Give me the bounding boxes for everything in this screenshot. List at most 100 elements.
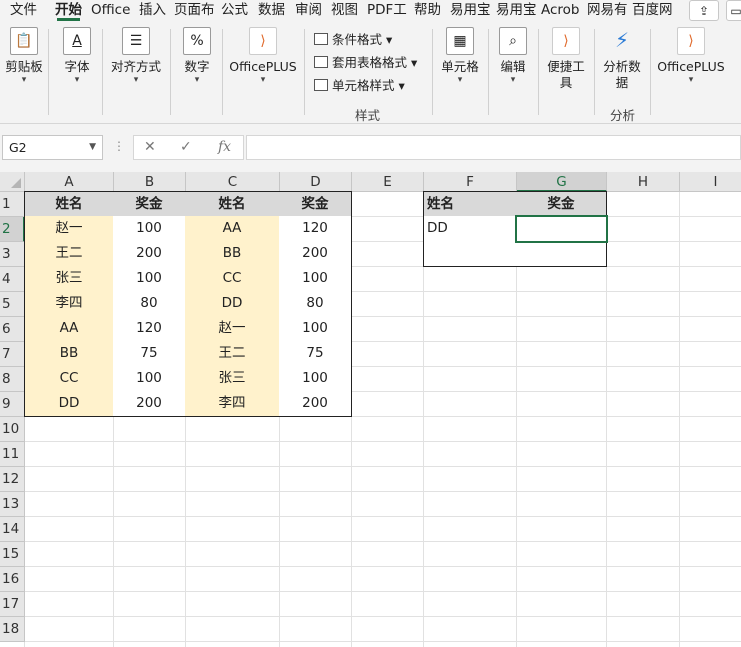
row-header-6[interactable]: 6 (0, 317, 25, 342)
row-header-14[interactable]: 14 (0, 517, 25, 542)
cells-group[interactable]: ▦ 单元格 ▾ (438, 27, 482, 85)
insert-function-button[interactable]: fx (218, 139, 231, 155)
cancel-icon[interactable]: ✕ (144, 139, 156, 155)
worksheet-grid[interactable]: A B C D E F G H I 1 2 3 4 5 6 7 8 9 10 11 12 13 14 15 16 17 18 姓名 奖金… (0, 172, 741, 647)
tab-insert[interactable]: 插入 (139, 0, 166, 21)
column-header-H[interactable]: H (607, 172, 680, 192)
alignment-group[interactable]: ☰ 对齐方式 ▾ (108, 27, 164, 85)
table-cell[interactable]: 100 (113, 366, 186, 392)
column-header-B[interactable]: B (114, 172, 186, 192)
tab-file[interactable]: 文件 (10, 0, 37, 21)
table-cell[interactable]: 100 (279, 266, 352, 292)
table-cell[interactable]: 80 (279, 291, 352, 317)
column-header-E[interactable]: E (352, 172, 424, 192)
table-cell[interactable]: 120 (113, 316, 186, 342)
table-cell[interactable]: 75 (279, 341, 352, 367)
table-format-button[interactable]: 套用表格格式 ▾ (314, 53, 417, 73)
tab-office[interactable]: Office (91, 0, 130, 21)
clipboard-group[interactable]: 📋 剪贴板 ▾ (4, 27, 44, 85)
table-cell[interactable]: 李四 (185, 391, 280, 417)
column-header-D[interactable]: D (280, 172, 352, 192)
table-cell[interactable]: 200 (113, 241, 186, 267)
tab-easyuse-2[interactable]: 易用宝 (496, 0, 536, 21)
table-cell[interactable]: 100 (113, 216, 186, 242)
row-header-17[interactable]: 17 (0, 592, 25, 617)
table-cell[interactable]: 120 (279, 216, 352, 242)
table-cell[interactable]: 王二 (24, 241, 114, 267)
editing-group[interactable]: ⌕ 编辑 ▾ (496, 27, 530, 85)
tools-group[interactable]: ⟩ 便捷工具 (546, 27, 586, 91)
table-cell[interactable]: 张三 (185, 366, 280, 392)
column-header-I[interactable]: I (680, 172, 741, 192)
table-header-cell[interactable]: 姓名 (185, 191, 280, 217)
table-cell[interactable]: 200 (279, 391, 352, 417)
column-header-G[interactable]: G (517, 172, 607, 192)
share-button[interactable]: ⇪ (689, 0, 719, 21)
tab-acrobat[interactable]: Acrob (541, 0, 581, 21)
analyze-group[interactable]: ⚡ 分析数据 (600, 27, 644, 91)
row-header-16[interactable]: 16 (0, 567, 25, 592)
tab-pdf[interactable]: PDF工 (367, 0, 408, 21)
table-cell[interactable]: AA (24, 316, 114, 342)
lookup-cell[interactable] (516, 241, 607, 267)
table-cell[interactable]: 张三 (24, 266, 114, 292)
lookup-cell[interactable] (423, 241, 517, 267)
tab-home[interactable]: 开始 (55, 0, 82, 21)
table-cell[interactable]: 100 (113, 266, 186, 292)
table-header-cell[interactable]: 奖金 (279, 191, 352, 217)
table-cell[interactable]: BB (24, 341, 114, 367)
row-header-8[interactable]: 8 (0, 367, 25, 392)
conditional-format-button[interactable]: 条件格式 ▾ (314, 30, 392, 50)
table-cell[interactable]: 100 (279, 366, 352, 392)
column-header-C[interactable]: C (186, 172, 280, 192)
table-cell[interactable]: DD (24, 391, 114, 417)
table-cell[interactable]: 75 (113, 341, 186, 367)
row-header-11[interactable]: 11 (0, 442, 25, 467)
table-header-cell[interactable]: 姓名 (24, 191, 114, 217)
table-cell[interactable]: CC (24, 366, 114, 392)
active-cell-selection[interactable] (515, 215, 608, 243)
table-cell[interactable]: 王二 (185, 341, 280, 367)
formula-input[interactable] (246, 135, 741, 160)
table-cell[interactable]: 100 (279, 316, 352, 342)
check-icon[interactable]: ✓ (180, 139, 192, 155)
tab-help[interactable]: 帮助 (414, 0, 441, 21)
tab-view[interactable]: 视图 (331, 0, 358, 21)
row-header-4[interactable]: 4 (0, 267, 25, 292)
row-header-3[interactable]: 3 (0, 242, 25, 267)
lookup-header-cell[interactable]: 姓名 (423, 191, 517, 217)
tab-page-layout[interactable]: 页面布 (174, 0, 214, 21)
officeplus-group-2[interactable]: ⟩ OfficePLUS ▾ (656, 27, 726, 85)
tab-formulas[interactable]: 公式 (221, 0, 248, 21)
row-header-13[interactable]: 13 (0, 492, 25, 517)
table-cell[interactable]: 李四 (24, 291, 114, 317)
row-header-7[interactable]: 7 (0, 342, 25, 367)
cell-style-button[interactable]: 单元格样式 ▾ (314, 76, 405, 96)
table-cell[interactable]: BB (185, 241, 280, 267)
row-header-2[interactable]: 2 (0, 217, 25, 242)
table-cell[interactable]: 赵一 (185, 316, 280, 342)
tab-data[interactable]: 数据 (258, 0, 285, 21)
row-header-18[interactable]: 18 (0, 617, 25, 642)
officeplus-group[interactable]: ⟩ OfficePLUS ▾ (228, 27, 298, 85)
row-header-12[interactable]: 12 (0, 467, 25, 492)
table-cell[interactable]: CC (185, 266, 280, 292)
row-header-1[interactable]: 1 (0, 192, 25, 217)
table-cell[interactable]: DD (185, 291, 280, 317)
column-header-A[interactable]: A (25, 172, 114, 192)
tab-review[interactable]: 审阅 (295, 0, 322, 21)
tab-youdao[interactable]: 网易有 (587, 0, 627, 21)
table-header-cell[interactable]: 奖金 (113, 191, 186, 217)
row-header-5[interactable]: 5 (0, 292, 25, 317)
table-cell[interactable]: 赵一 (24, 216, 114, 242)
chevron-down-icon[interactable]: ▼ (89, 136, 96, 159)
row-header-15[interactable]: 15 (0, 542, 25, 567)
comments-button[interactable]: ▭ (726, 0, 741, 21)
lookup-cell[interactable]: DD (423, 216, 517, 242)
font-group[interactable]: A 字体 ▾ (60, 27, 94, 85)
select-all-corner[interactable] (0, 172, 25, 192)
table-cell[interactable]: 200 (279, 241, 352, 267)
lookup-header-cell[interactable]: 奖金 (516, 191, 607, 217)
row-header-10[interactable]: 10 (0, 417, 25, 442)
table-cell[interactable]: 200 (113, 391, 186, 417)
